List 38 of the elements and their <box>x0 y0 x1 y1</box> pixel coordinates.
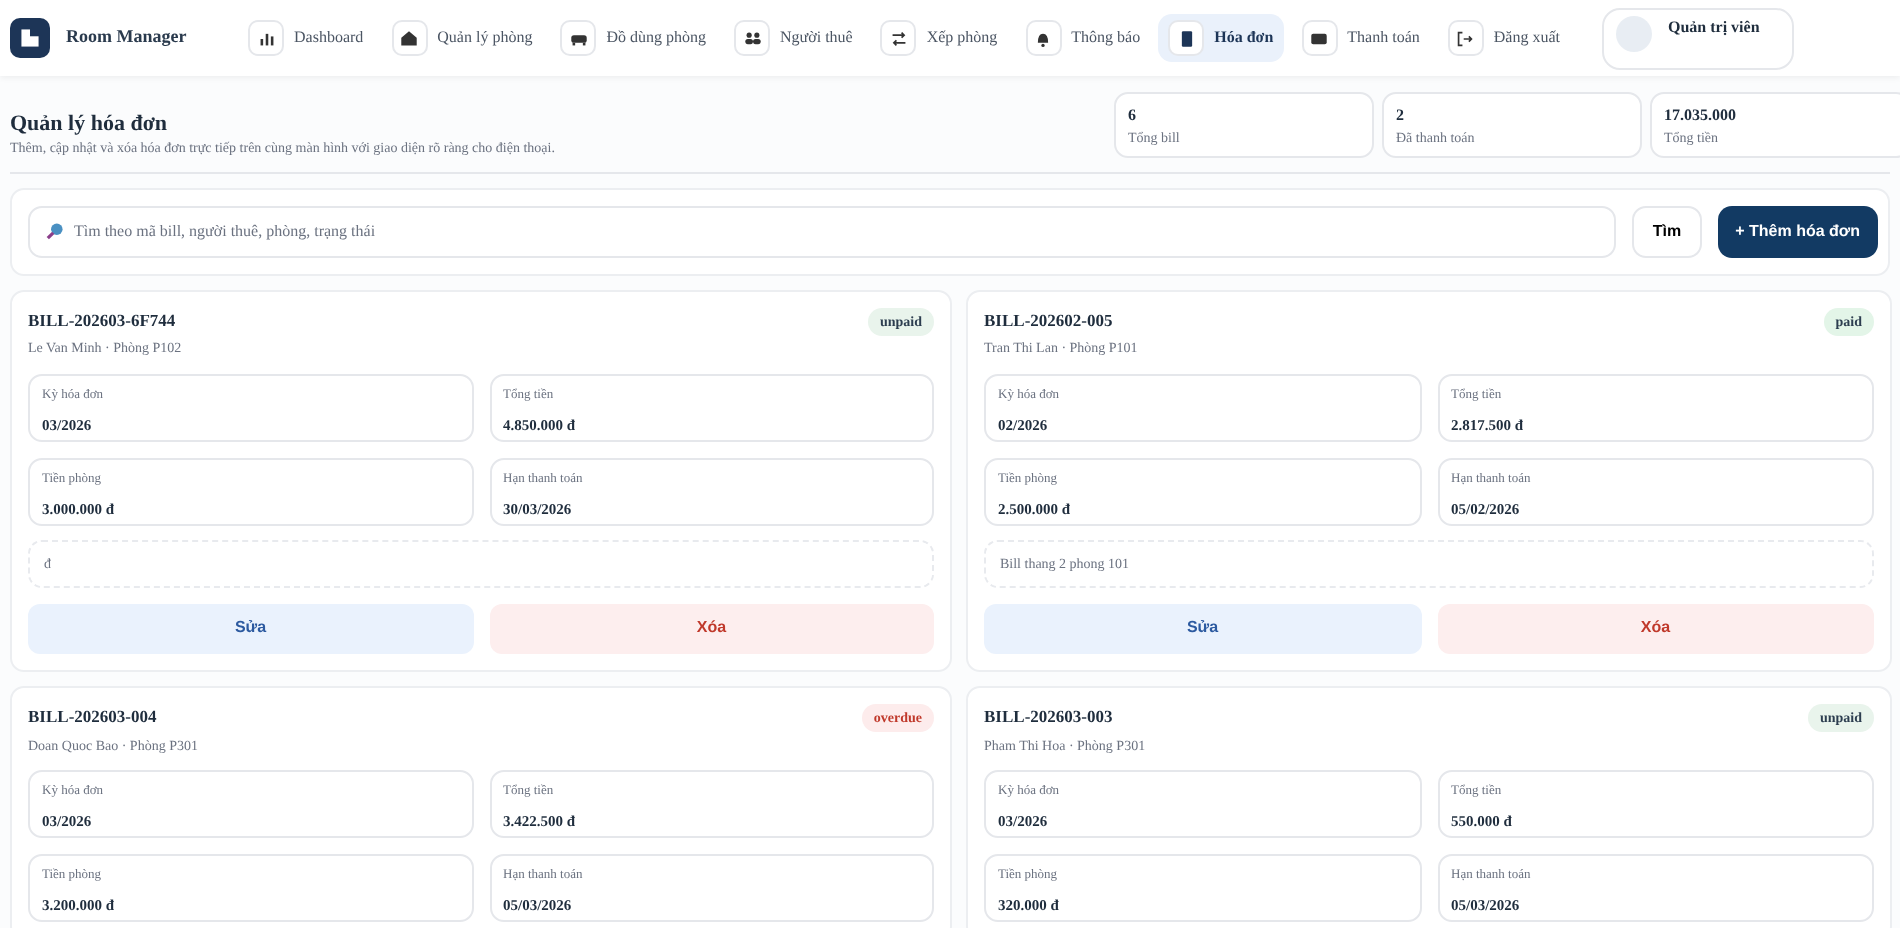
logout-icon <box>1447 20 1484 56</box>
users-icon <box>734 20 770 56</box>
stat-value: 17.035.000 <box>1664 104 1738 128</box>
bill-code: BILL-202603-003 <box>984 703 1115 730</box>
nav-item[interactable]: Người thuê <box>724 14 863 62</box>
edit-button[interactable]: Sửa <box>28 603 473 654</box>
page-title: Quản lý hóa đơn <box>10 112 170 139</box>
search-icon <box>46 221 64 240</box>
delete-button[interactable]: Xóa <box>1437 603 1874 654</box>
search-button[interactable]: Tìm <box>1632 205 1702 258</box>
nav-item[interactable]: Thanh toán <box>1291 14 1430 62</box>
edit-button[interactable]: Sửa <box>984 603 1421 654</box>
avatar-icon <box>1616 15 1652 51</box>
nav-item[interactable]: Xếp phòng <box>870 14 1008 62</box>
delete-button[interactable]: Xóa <box>489 603 934 654</box>
nav-item[interactable]: Dashboard <box>238 14 374 62</box>
nav-item[interactable]: Đồ dùng phòng <box>550 14 716 62</box>
search-field[interactable]: Tìm theo mã bill, người thuê, phòng, trạng thái <box>28 205 1617 258</box>
bill-code: BILL-202603-004 <box>28 703 159 730</box>
app-title: Room Manager <box>66 24 187 51</box>
nav-item[interactable]: Quản lý phòng <box>381 14 543 62</box>
bill-code: BILL-202602-005 <box>984 307 1115 333</box>
nav-item[interactable]: Thông báo <box>1015 14 1151 62</box>
stat-value: 2 <box>1396 104 1406 128</box>
sofa-icon <box>560 20 597 56</box>
bell-icon <box>1025 20 1062 56</box>
chart-icon <box>248 20 284 56</box>
nav-item[interactable]: Đăng xuất <box>1437 14 1570 62</box>
home-icon <box>391 20 428 56</box>
card-icon <box>1301 20 1338 56</box>
bill-code: BILL-202603-6F744 <box>28 307 178 333</box>
bill-icon <box>1168 20 1205 56</box>
stat-value: 6 <box>1128 104 1138 128</box>
swap-icon <box>880 20 917 56</box>
logo-icon <box>10 18 50 58</box>
add-bill-button[interactable]: + Thêm hóa đơn <box>1717 205 1878 258</box>
user-role: Quản trị viên <box>1668 15 1760 39</box>
nav-item[interactable]: Hóa đơn <box>1158 14 1284 62</box>
